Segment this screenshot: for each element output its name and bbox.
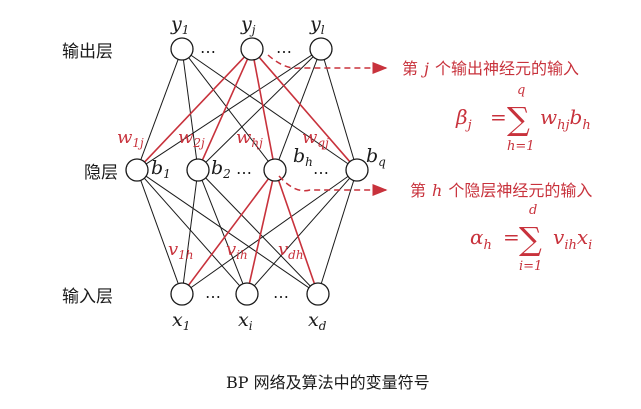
hidden-node-label: b <box>366 145 378 167</box>
hidden-ellipsis-left: ⋯ <box>236 163 252 182</box>
input-node-1: x1 <box>170 282 194 333</box>
output-node-label: y <box>309 13 321 35</box>
output-ellipsis-left: ⋯ <box>200 42 216 61</box>
svg-text:x1: x1 <box>172 309 190 333</box>
svg-text:bh: bh <box>293 145 313 169</box>
bp-network-diagram: 输出层 隐层 输入层 y1 ⋯ yj ⋯ yl b1 b2 ⋯ bh ⋯ bq … <box>62 13 592 392</box>
output-node-l: yl <box>309 13 333 61</box>
svg-text:q: q <box>517 83 525 98</box>
hidden-ellipsis-right: ⋯ <box>313 163 329 182</box>
input-node-label: x <box>172 309 183 331</box>
input-ellipsis-left: ⋯ <box>205 287 221 306</box>
input-node-label: x <box>238 309 249 331</box>
hidden-node-label: b <box>293 145 305 167</box>
input-node-d: xd <box>306 282 330 333</box>
svg-text:βj: βj <box>455 105 472 133</box>
hidden-node-label: b <box>151 157 163 179</box>
weight-label-w1j: w1j <box>117 127 144 150</box>
weight-label-v1h: v1h <box>168 239 194 262</box>
input-node-sub: i <box>249 319 253 333</box>
input-node-label: x <box>308 309 319 331</box>
input-ellipsis-right: ⋯ <box>273 287 289 306</box>
weight-label-vih: vih <box>226 239 248 262</box>
svg-text:yj: yj <box>240 13 256 37</box>
svg-text:bq: bq <box>366 145 386 169</box>
svg-text:yl: yl <box>309 13 325 37</box>
output-node-label: y <box>240 13 252 35</box>
hidden-node-label: b <box>211 157 223 179</box>
hidden-node-sub: h <box>305 155 313 169</box>
input-node-sub: 1 <box>183 319 191 333</box>
edge-input-hidden-highlighted <box>277 180 316 284</box>
output-node-1: y1 <box>170 13 194 61</box>
svg-text:whjbh: whjbh <box>540 105 591 133</box>
svg-text:=: = <box>503 225 520 249</box>
svg-text:vihxi: vihxi <box>553 225 592 253</box>
edge-hidden-output <box>140 59 179 160</box>
svg-text:=: = <box>490 105 507 129</box>
output-node-j: yj <box>240 13 264 61</box>
output-layer-label: 输出层 <box>62 42 113 62</box>
svg-text:d: d <box>529 203 537 218</box>
edge-input-hidden <box>182 180 198 284</box>
hidden-layer-label: 隐层 <box>84 163 118 183</box>
weight-label-whj: whj <box>236 127 263 150</box>
hidden-node-sub: 2 <box>222 167 231 181</box>
hidden-node-sub: 1 <box>163 167 171 181</box>
output-node-sub: l <box>321 23 325 37</box>
weight-label-wqj: wqj <box>302 127 329 150</box>
hidden-node-sub: q <box>378 155 386 169</box>
svg-text:b2: b2 <box>211 157 231 181</box>
hidden-input-arrow <box>278 175 388 196</box>
svg-text:αh: αh <box>470 225 492 253</box>
hidden-annotation-text: 第 h 个隐层神经元的输入 <box>410 181 592 200</box>
svg-text:xd: xd <box>308 309 327 333</box>
edge-input-hidden <box>205 177 311 287</box>
figure-caption: BP 网络及算法中的变量符号 <box>226 373 430 392</box>
hidden-formula: αh = ∑ d i=1 vihxi <box>470 203 592 274</box>
input-node-sub: d <box>319 319 327 333</box>
edge-input-hidden-highlighted <box>187 178 270 286</box>
output-ellipsis-right: ⋯ <box>276 42 292 61</box>
hidden-node-2: b2 <box>186 157 231 182</box>
output-formula: βj = ∑ q h=1 whjbh <box>455 83 591 154</box>
edge-input-hidden <box>320 180 355 284</box>
hidden-node-q: bq <box>345 145 386 182</box>
output-annotation-text: 第 j 个输出神经元的输入 <box>402 59 579 78</box>
svg-text:y1: y1 <box>170 13 189 37</box>
input-node-i: xi <box>235 282 259 333</box>
svg-text:∑: ∑ <box>519 220 542 258</box>
svg-text:b1: b1 <box>151 157 171 181</box>
svg-text:h=1: h=1 <box>507 139 535 154</box>
input-layer-label: 输入层 <box>62 287 113 307</box>
svg-text:i=1: i=1 <box>519 259 542 274</box>
output-node-label: y <box>170 13 182 35</box>
weight-label-w2j: w2j <box>178 127 205 150</box>
output-node-sub: 1 <box>182 23 190 37</box>
svg-text:∑: ∑ <box>507 100 530 138</box>
svg-text:xi: xi <box>238 309 253 333</box>
edge-input-hidden <box>143 177 241 287</box>
edge-input-hidden <box>253 177 351 287</box>
